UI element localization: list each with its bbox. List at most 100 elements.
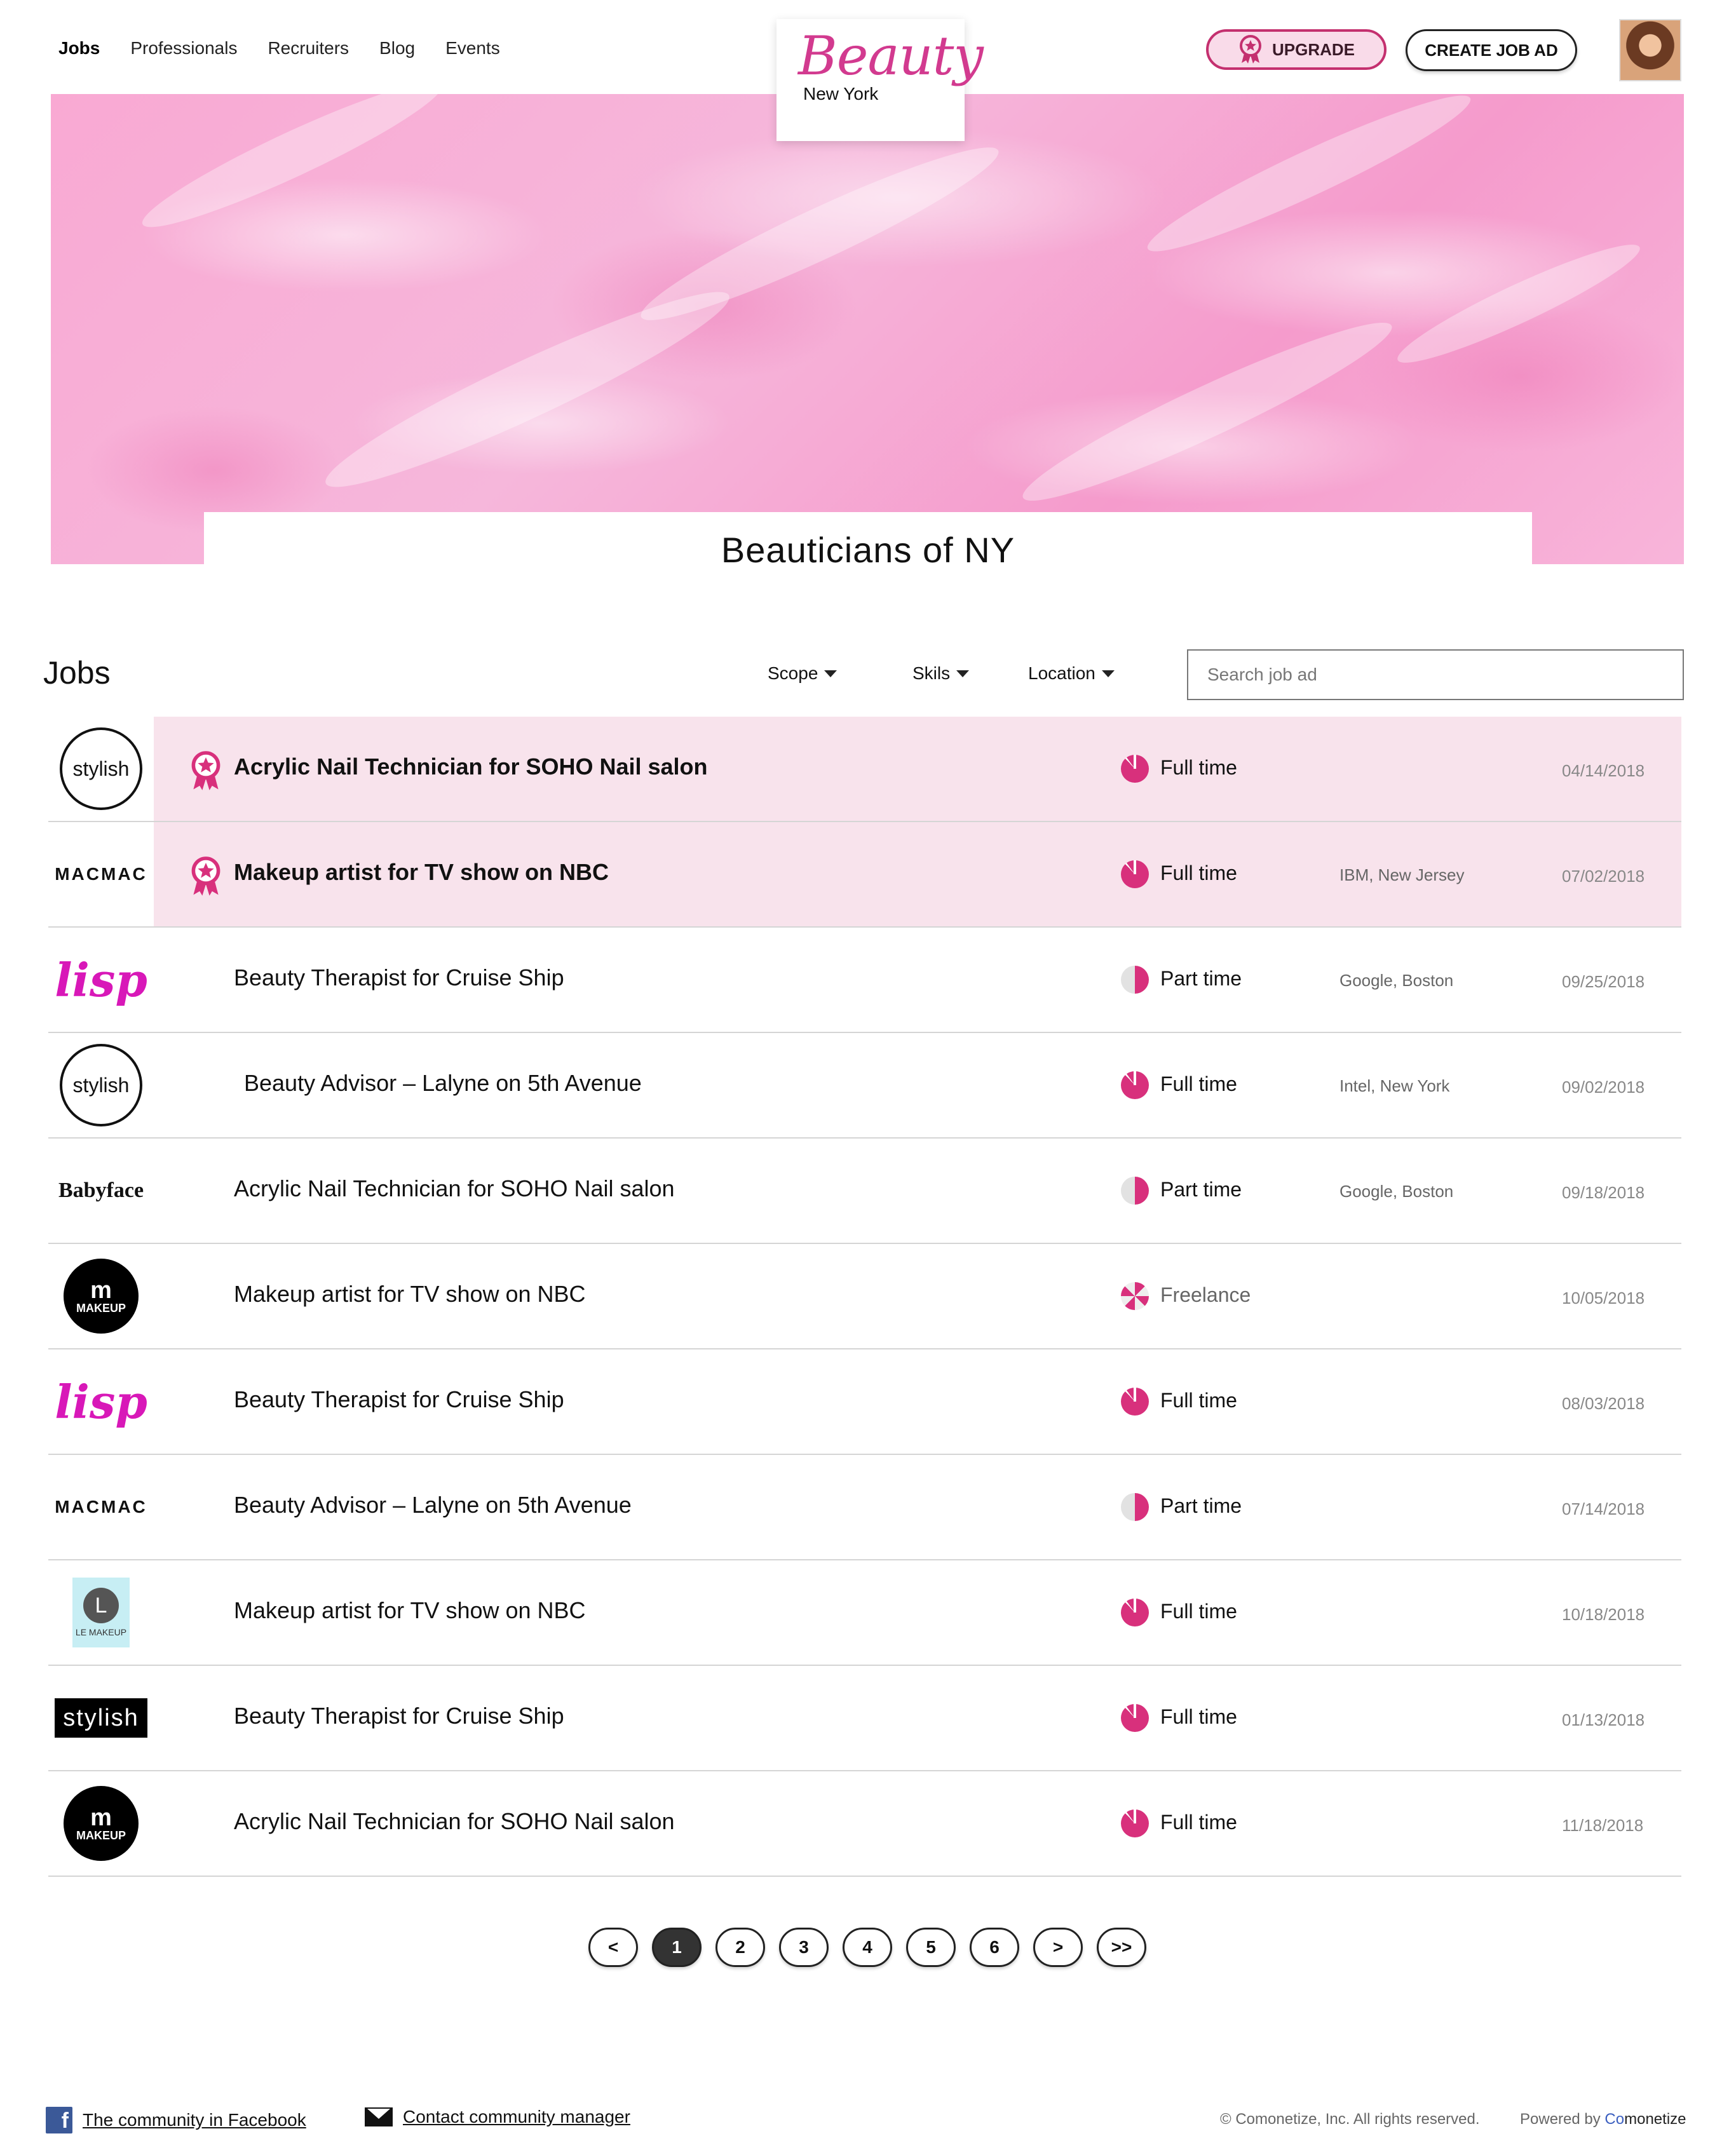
powered-by: Powered by Comonetize bbox=[1520, 2111, 1686, 2128]
user-avatar[interactable] bbox=[1619, 19, 1681, 81]
job-list: stylish Acrylic Nail Technician for SOHO … bbox=[48, 717, 1681, 1877]
next-page-button[interactable]: > bbox=[1033, 1928, 1083, 1967]
full-time-icon bbox=[1121, 1599, 1149, 1626]
company-logo: stylish bbox=[48, 1033, 154, 1137]
job-title[interactable]: Beauty Therapist for Cruise Ship bbox=[234, 1386, 564, 1413]
job-title[interactable]: Makeup artist for TV show on NBC bbox=[234, 1597, 586, 1624]
job-row[interactable]: stylish Acrylic Nail Technician for SOHO … bbox=[48, 717, 1681, 822]
company-logo: lisp bbox=[48, 928, 154, 1032]
job-company-location: Google, Boston bbox=[1339, 1182, 1454, 1201]
page-button-5[interactable]: 5 bbox=[906, 1928, 956, 1967]
company-logo: L LE MAKEUP bbox=[48, 1560, 154, 1665]
search-input[interactable] bbox=[1187, 649, 1684, 700]
job-row[interactable]: m MAKEUP Acrylic Nail Technician for SOHO … bbox=[48, 1771, 1681, 1877]
job-title[interactable]: Makeup artist for TV show on NBC bbox=[234, 1281, 586, 1308]
upgrade-button[interactable]: UPGRADE bbox=[1206, 29, 1387, 70]
job-title[interactable]: Acrylic Nail Technician for SOHO Nail sa… bbox=[234, 1808, 675, 1835]
job-title[interactable]: Acrylic Nail Technician for SOHO Nail sa… bbox=[234, 754, 708, 780]
job-title[interactable]: Beauty Advisor – Lalyne on 5th Avenue bbox=[234, 1492, 632, 1518]
job-scope: Full time bbox=[1160, 1072, 1237, 1095]
site-logo[interactable]: Beauty New York bbox=[776, 19, 984, 141]
job-scope: Full time bbox=[1160, 1705, 1237, 1728]
create-job-ad-button[interactable]: CREATE JOB AD bbox=[1406, 29, 1577, 71]
company-logo-mark: L LE MAKEUP bbox=[72, 1578, 130, 1647]
main-nav: Jobs Professionals Recruiters Blog Events bbox=[58, 38, 500, 58]
logo-word: MAKEUP bbox=[76, 1829, 126, 1842]
location-filter[interactable]: Location bbox=[1028, 663, 1115, 684]
page-button-1[interactable]: 1 bbox=[652, 1928, 702, 1967]
powered-brand-first: Co bbox=[1604, 2111, 1625, 2128]
job-row[interactable]: stylish Beauty Advisor – Lalyne on 5th Av… bbox=[48, 1033, 1681, 1139]
contact-manager-link[interactable]: Contact community manager bbox=[365, 2107, 630, 2127]
nav-item-recruiters[interactable]: Recruiters bbox=[268, 38, 349, 58]
job-scope: Freelance bbox=[1160, 1283, 1251, 1306]
job-title[interactable]: Makeup artist for TV show on NBC bbox=[234, 859, 609, 886]
scope-filter[interactable]: Scope bbox=[768, 663, 837, 684]
job-title[interactable]: Beauty Therapist for Cruise Ship bbox=[234, 964, 564, 991]
job-row[interactable]: MACMAC Makeup artist for TV show on NBC Fu… bbox=[48, 822, 1681, 928]
nav-item-blog[interactable]: Blog bbox=[379, 38, 415, 58]
job-title[interactable]: Beauty Therapist for Cruise Ship bbox=[234, 1703, 564, 1729]
location-filter-label: Location bbox=[1028, 663, 1095, 683]
featured-badge-icon bbox=[188, 750, 224, 792]
caret-down-icon bbox=[1101, 670, 1115, 677]
skills-filter[interactable]: Skils bbox=[912, 663, 970, 684]
job-row[interactable]: m MAKEUP Makeup artist for TV show on NBC F… bbox=[48, 1244, 1681, 1349]
company-logo: m MAKEUP bbox=[48, 1771, 154, 1876]
job-date: 01/13/2018 bbox=[1562, 1710, 1645, 1729]
freelance-icon bbox=[1121, 1282, 1149, 1310]
job-scope: Full time bbox=[1160, 756, 1237, 779]
job-date: 10/05/2018 bbox=[1562, 1288, 1645, 1308]
contact-link-label: Contact community manager bbox=[403, 2107, 630, 2126]
logo-letter: m bbox=[90, 1277, 112, 1304]
company-logo: Babyface bbox=[48, 1139, 154, 1243]
prev-page-button[interactable]: < bbox=[588, 1928, 638, 1967]
company-logo-text: lisp bbox=[55, 952, 147, 1007]
full-time-icon bbox=[1121, 1388, 1149, 1416]
nav-item-jobs[interactable]: Jobs bbox=[58, 38, 100, 58]
company-logo-text: MACMAC bbox=[55, 1497, 147, 1517]
page-button-4[interactable]: 4 bbox=[843, 1928, 892, 1967]
award-badge-icon bbox=[1239, 35, 1261, 64]
page-button-3[interactable]: 3 bbox=[779, 1928, 829, 1967]
job-title[interactable]: Beauty Advisor – Lalyne on 5th Avenue bbox=[244, 1070, 642, 1097]
nav-item-events[interactable]: Events bbox=[445, 38, 500, 58]
full-time-icon bbox=[1121, 755, 1149, 783]
facebook-link[interactable]: f The community in Facebook bbox=[46, 2107, 306, 2133]
job-title[interactable]: Acrylic Nail Technician for SOHO Nail sa… bbox=[234, 1175, 675, 1202]
logo-letter: m bbox=[90, 1804, 112, 1831]
company-logo-text: Babyface bbox=[58, 1179, 144, 1202]
job-company-location: Google, Boston bbox=[1339, 971, 1454, 990]
logo-word: MAKEUP bbox=[76, 1302, 126, 1315]
job-date: 07/14/2018 bbox=[1562, 1499, 1645, 1518]
job-company-location: Intel, New York bbox=[1339, 1076, 1450, 1095]
job-scope: Full time bbox=[1160, 862, 1237, 884]
nav-item-professionals[interactable]: Professionals bbox=[130, 38, 237, 58]
job-row[interactable]: Babyface Acrylic Nail Technician for SOHO… bbox=[48, 1139, 1681, 1244]
powered-brand[interactable]: Comonetize bbox=[1604, 2111, 1686, 2128]
job-date: 11/18/2018 bbox=[1562, 1816, 1644, 1835]
job-date: 09/02/2018 bbox=[1562, 1078, 1645, 1097]
part-time-icon bbox=[1121, 966, 1149, 994]
caret-down-icon bbox=[956, 670, 970, 677]
job-scope: Part time bbox=[1160, 1494, 1242, 1517]
job-row[interactable]: lisp Beauty Therapist for Cruise Ship Full… bbox=[48, 1349, 1681, 1455]
job-scope: Part time bbox=[1160, 967, 1242, 990]
job-date: 08/03/2018 bbox=[1562, 1394, 1645, 1413]
job-row[interactable]: stylish Beauty Therapist for Cruise Ship F… bbox=[48, 1666, 1681, 1771]
facebook-link-label: The community in Facebook bbox=[83, 2110, 306, 2130]
job-row[interactable]: lisp Beauty Therapist for Cruise Ship Part… bbox=[48, 928, 1681, 1033]
full-time-icon bbox=[1121, 1704, 1149, 1732]
job-row[interactable]: L LE MAKEUP Makeup artist for TV show on N… bbox=[48, 1560, 1681, 1666]
company-logo-text: stylish bbox=[55, 1698, 147, 1738]
page-button-6[interactable]: 6 bbox=[970, 1928, 1019, 1967]
company-logo: lisp bbox=[48, 1349, 154, 1454]
job-scope: Part time bbox=[1160, 1178, 1242, 1201]
community-title-band: Beauticians of NY bbox=[204, 512, 1532, 573]
logo-word: LE MAKEUP bbox=[75, 1627, 127, 1637]
last-page-button[interactable]: >> bbox=[1097, 1928, 1146, 1967]
page-button-2[interactable]: 2 bbox=[715, 1928, 765, 1967]
job-row[interactable]: MACMAC Beauty Advisor – Lalyne on 5th Ave… bbox=[48, 1455, 1681, 1560]
powered-brand-rest: monetize bbox=[1624, 2111, 1686, 2128]
job-scope: Full time bbox=[1160, 1811, 1237, 1834]
